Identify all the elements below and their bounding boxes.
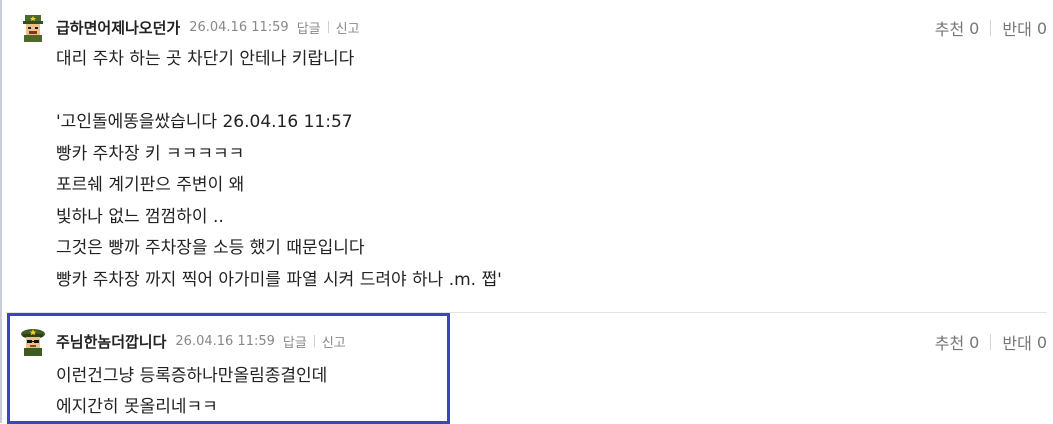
vote-area: 추천 0 반대 0 [935,16,1047,40]
comment-line [56,76,502,108]
downvote-count: 0 [1036,18,1047,38]
highlight-box [7,313,450,424]
comment-line: 대리 주차 하는 곳 차단기 안테나 키랍니다 [56,49,355,69]
upvote-button[interactable]: 추천 [935,330,964,354]
comment-line: 빵카 주차장 까지 찍어 아가미를 파열 시켜 드려야 하나 .m. 쩝' [56,269,502,290]
divider [990,20,992,36]
comment-header: 급하면어제나오던가 26.04.16 11:59 답글 신고 [18,12,360,42]
vote-area: 추천 0 반대 0 [935,330,1047,354]
reply-button[interactable]: 답글 [297,18,321,37]
divider [327,21,329,33]
comment-line: 빵카 주차장 키 ㅋㅋㅋㅋㅋ [56,143,245,164]
upvote-count: 0 [969,18,980,38]
comment-author[interactable]: 급하면어제나오던가 [56,17,180,38]
thread-left-border [0,0,2,423]
upvote-button[interactable]: 추천 [935,16,964,40]
report-button[interactable]: 신고 [336,18,360,37]
soldier-rank-avatar-icon[interactable] [18,12,48,42]
comment-body: 대리 주차 하는 곳 차단기 안테나 키랍니다 '고인돌에똥을쌌습니다 26.0… [56,44,502,296]
comment-line: 포르쉐 계기판으 주변이 왜 [56,175,245,195]
comment-date: 26.04.16 11:59 [189,19,289,35]
comment-line: 빛하나 없느 껌껌하이 .. [56,206,224,227]
comment-item: 급하면어제나오던가 26.04.16 11:59 답글 신고 추천 0 반대 0… [6,0,1047,313]
divider [990,334,992,350]
comment-line: 그것은 빵까 주차장을 소등 했기 때문입니다 [56,238,365,258]
downvote-count: 0 [1036,332,1047,352]
downvote-button[interactable]: 반대 [1002,330,1031,354]
downvote-button[interactable]: 반대 [1002,16,1031,40]
comment-line: '고인돌에똥을쌌습니다 26.04.16 11:57 [56,112,353,132]
upvote-count: 0 [969,332,980,352]
